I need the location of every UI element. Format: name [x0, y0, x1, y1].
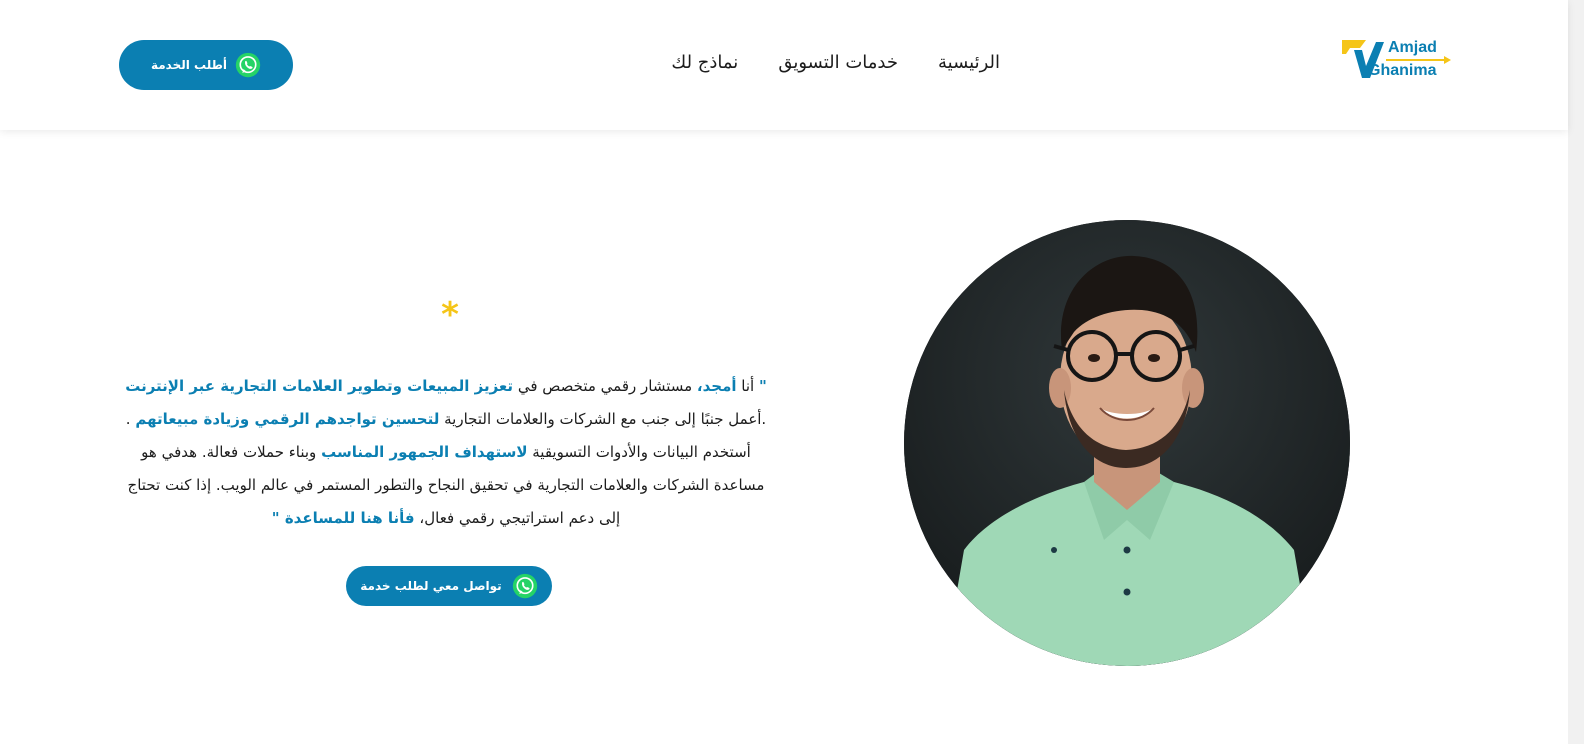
bio-name: أمجد،: [696, 377, 737, 395]
logo-text-amjad: Amjad: [1388, 39, 1437, 56]
decorative-asterisk: *: [441, 295, 459, 335]
bio-highlight-4: فأنا هنا للمساعدة: [284, 509, 415, 527]
bio-highlight-3: لاستهداف الجمهور المناسب: [321, 443, 528, 461]
bio-open-quote: ": [758, 377, 767, 395]
site-header: أطلب الخدمة الرئيسية خدمات التسويق نماذج…: [0, 0, 1568, 130]
nav-item-home[interactable]: الرئيسية: [938, 52, 1000, 73]
bio-highlight-1: تعزيز المبيعات وتطوير العلامات التجارية …: [125, 377, 514, 395]
request-service-label: أطلب الخدمة: [150, 58, 228, 72]
nav-item-marketing-services[interactable]: خدمات التسويق: [778, 52, 898, 73]
nav-item-samples[interactable]: نماذج لك: [671, 52, 738, 73]
site-logo[interactable]: Amjad Ghanima: [1340, 36, 1452, 86]
whatsapp-icon: [235, 52, 261, 78]
logo-text-ghanima: Ghanima: [1368, 62, 1437, 79]
bio-text-3: .أعمل جنبًا إلى جنب مع الشركات والعلامات…: [439, 410, 767, 428]
contact-me-label: تواصل معي لطلب خدمة: [360, 579, 502, 593]
bio-highlight-2: لتحسين تواجدهم الرقمي وزيادة مبيعاتهم: [135, 410, 440, 428]
bio-close-quote: ": [271, 509, 285, 527]
bio-text-1: أنا: [736, 377, 759, 395]
profile-photo: [904, 220, 1350, 666]
main-nav: الرئيسية خدمات التسويق نماذج لك: [630, 52, 1000, 73]
contact-me-button[interactable]: تواصل معي لطلب خدمة: [346, 566, 552, 606]
bio-paragraph: " أنا أمجد، مستشار رقمي متخصص في تعزيز ا…: [118, 370, 774, 535]
whatsapp-icon: [512, 573, 538, 599]
page-scrollbar[interactable]: [1568, 0, 1584, 744]
request-service-button[interactable]: أطلب الخدمة: [119, 40, 293, 90]
bio-text-2: مستشار رقمي متخصص في: [513, 377, 697, 395]
